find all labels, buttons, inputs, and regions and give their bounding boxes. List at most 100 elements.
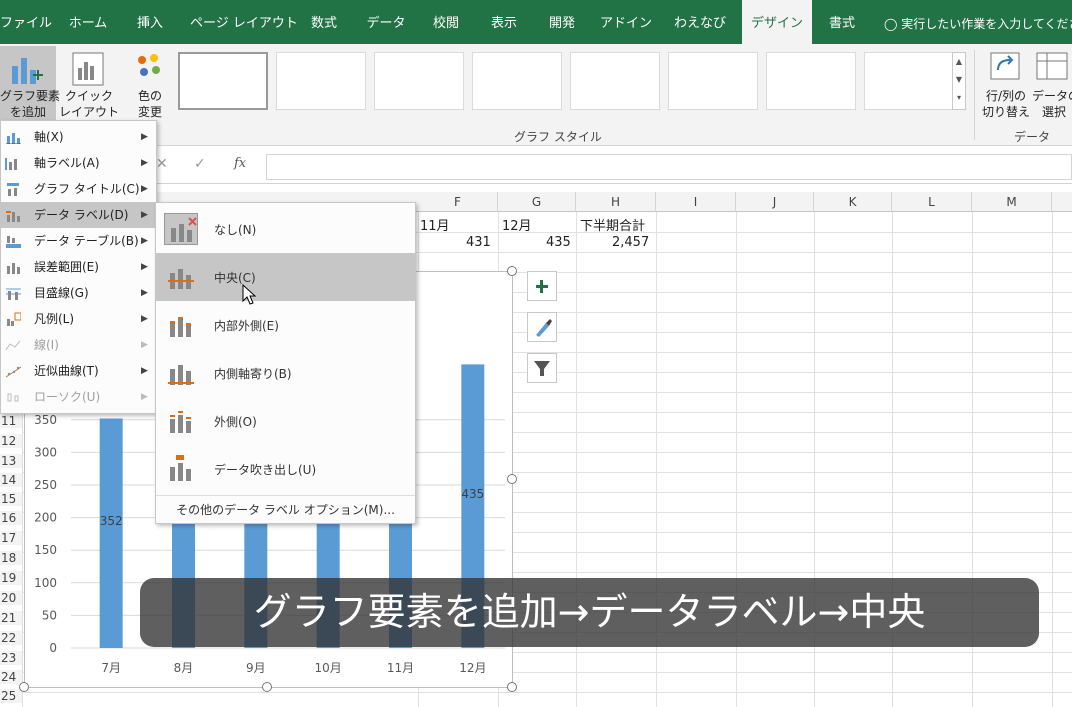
axis-label-icon — [5, 158, 17, 170]
submenu-item-none[interactable]: なし(N) — [156, 205, 415, 253]
more-data-label-options[interactable]: その他のデータ ラベル オプション(M)... — [156, 499, 415, 521]
col-header[interactable]: K — [814, 192, 892, 212]
resize-handle[interactable] — [507, 474, 517, 484]
col-header[interactable]: L — [892, 192, 972, 212]
resize-handle[interactable] — [507, 266, 517, 276]
row-header[interactable]: 13 — [0, 454, 22, 468]
chart-style-1[interactable] — [178, 52, 268, 110]
tab-formulas[interactable]: 数式 — [304, 0, 344, 44]
cell-h-value[interactable]: 2,457 — [612, 235, 649, 250]
row-header[interactable]: 12 — [0, 434, 22, 448]
tab-view[interactable]: 表示 — [484, 0, 524, 44]
data-label-outside-end-icon — [170, 411, 191, 433]
group-divider — [974, 50, 975, 140]
tab-design[interactable]: デザイン — [742, 0, 812, 44]
chart-style-2[interactable] — [276, 52, 366, 110]
col-header[interactable]: M — [972, 192, 1052, 212]
quick-layout-button[interactable]: クイック レイアウト — [58, 46, 120, 120]
gallery-scroll[interactable]: ▲ ▼ ▾ — [952, 52, 966, 110]
chevron-right-icon: ▶ — [141, 314, 148, 324]
tab-format[interactable]: 書式 — [820, 0, 864, 44]
row-header[interactable]: 16 — [0, 511, 22, 525]
cell-h-header[interactable]: 下半期合計 — [580, 215, 645, 234]
tell-me-box[interactable]: ◯ 実行したい作業を入力してくださ — [884, 0, 1072, 44]
menu-item-data-table[interactable]: データ テーブル(B) ▶ — [1, 228, 156, 254]
submenu-item-inside-base[interactable]: 内側軸寄り(B) — [156, 349, 415, 397]
chart-styles-button[interactable] — [527, 312, 557, 342]
tab-addins[interactable]: アドイン — [598, 0, 654, 44]
col-header[interactable]: J — [736, 192, 814, 212]
submenu-item-inside-end[interactable]: 内部外側(E) — [156, 301, 415, 349]
chart-style-5[interactable] — [570, 52, 660, 110]
insert-function-icon[interactable]: fx — [234, 156, 246, 171]
tutorial-caption: グラフ要素を追加→データラベル→中央 — [140, 578, 1039, 647]
resize-handle[interactable] — [19, 682, 29, 692]
y-tick-label: 200 — [34, 511, 57, 525]
cell-f-value[interactable]: 431 — [466, 235, 491, 250]
menu-item-label: 軸(X) — [34, 130, 64, 144]
cell-f-header[interactable]: 11月 — [420, 215, 450, 234]
chart-filters-button[interactable] — [527, 353, 557, 383]
enter-icon[interactable]: ✓ — [194, 156, 206, 172]
row-header[interactable]: 17 — [0, 531, 22, 545]
menu-item-axis-titles[interactable]: 軸ラベル(A) ▶ — [1, 150, 156, 176]
submenu-item-label: 外側(O) — [214, 415, 257, 429]
change-colors-button[interactable]: 色の 変更 — [124, 46, 176, 120]
formula-input[interactable] — [266, 154, 1072, 180]
row-header[interactable]: 21 — [0, 611, 22, 625]
menu-item-axes[interactable]: 軸(X) ▶ — [1, 124, 156, 150]
resize-handle[interactable] — [262, 682, 272, 692]
menu-item-legend[interactable]: 凡例(L) ▶ — [1, 306, 156, 332]
add-chart-element-button[interactable]: グラフ要素 を追加 — [0, 46, 60, 120]
data-labels-submenu: なし(N) 中央(C) 内部外側(E) 内側軸寄り(B) 外側(O) データ吹き… — [155, 202, 416, 524]
row-header[interactable]: 14 — [0, 473, 22, 487]
menu-divider — [156, 495, 415, 496]
cancel-icon[interactable]: ✕ — [156, 156, 168, 172]
row-header[interactable]: 20 — [0, 591, 22, 605]
col-header[interactable]: G — [498, 192, 576, 212]
menu-item-trendline[interactable]: 近似曲線(T) ▶ — [1, 358, 156, 384]
col-header[interactable]: I — [656, 192, 736, 212]
row-header[interactable]: 22 — [0, 631, 22, 645]
cell-g-value[interactable]: 435 — [546, 235, 571, 250]
col-header[interactable]: H — [576, 192, 656, 212]
chart-style-7[interactable] — [766, 52, 856, 110]
submenu-item-outside-end[interactable]: 外側(O) — [156, 397, 415, 445]
menu-item-error-bars[interactable]: 誤差範囲(E) ▶ — [1, 254, 156, 280]
chart-style-6[interactable] — [668, 52, 758, 110]
submenu-item-center[interactable]: 中央(C) — [156, 253, 415, 301]
chart-style-3[interactable] — [374, 52, 464, 110]
row-header[interactable]: 18 — [0, 551, 22, 565]
switch-row-column-button[interactable]: 行/列の 切り替え — [980, 46, 1032, 120]
select-data-button[interactable]: データの 選択 — [1032, 46, 1072, 120]
row-header[interactable]: 25 — [0, 689, 22, 703]
chart-style-8[interactable] — [864, 52, 954, 110]
tab-waenavi[interactable]: わえなび — [670, 0, 730, 44]
menu-item-label: 近似曲線(T) — [34, 364, 99, 378]
chart-elements-button[interactable] — [527, 271, 557, 301]
row-header[interactable]: 23 — [0, 651, 22, 665]
resize-handle[interactable] — [507, 682, 517, 692]
col-header[interactable]: F — [418, 192, 498, 212]
tab-data[interactable]: データ — [362, 0, 410, 44]
row-header[interactable]: 15 — [0, 492, 22, 506]
palette-icon — [138, 54, 160, 76]
row-header[interactable]: 11 — [0, 414, 22, 428]
select-data-icon — [1036, 52, 1068, 80]
row-header[interactable]: 19 — [0, 571, 22, 585]
menu-item-data-labels[interactable]: データ ラベル(D) ▶ — [1, 202, 156, 228]
cell-g-header[interactable]: 12月 — [502, 215, 532, 234]
lightbulb-icon: ◯ — [884, 17, 898, 31]
menu-item-gridlines[interactable]: 目盛線(G) ▶ — [1, 280, 156, 306]
tab-page-layout[interactable]: ページ レイアウト — [190, 0, 298, 44]
tab-developer[interactable]: 開発 — [542, 0, 582, 44]
tab-file[interactable]: ファイル — [0, 0, 52, 44]
chart-style-4[interactable] — [472, 52, 562, 110]
menu-item-label: データ ラベル(D) — [34, 208, 129, 222]
tab-home[interactable]: ホーム — [64, 0, 112, 44]
menu-item-chart-title[interactable]: グラフ タイトル(C) ▶ — [1, 176, 156, 202]
tab-review[interactable]: 校閲 — [426, 0, 466, 44]
tab-insert[interactable]: 挿入 — [130, 0, 170, 44]
row-header[interactable]: 24 — [0, 670, 22, 684]
submenu-item-data-callout[interactable]: データ吹き出し(U) — [156, 445, 415, 493]
